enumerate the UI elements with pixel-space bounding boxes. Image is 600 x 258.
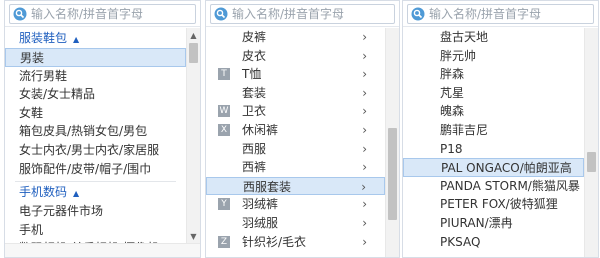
scroll-thumb[interactable] <box>388 128 397 220</box>
search-icon <box>13 7 27 20</box>
subcategory-label: 西服 <box>242 141 267 156</box>
subcategory-item[interactable]: W 卫衣 › <box>206 102 385 121</box>
subcategory-label: 西服套装 <box>243 179 292 194</box>
chevron-right-icon: › <box>362 85 367 100</box>
index-letter-badge: T <box>218 68 230 81</box>
subcategory-label: T恤 <box>242 67 262 82</box>
subcategory-item[interactable]: 皮裤 › <box>206 28 385 47</box>
group-label: 服装鞋包 <box>19 31 68 45</box>
subcategory-label: 卫衣 <box>242 104 267 119</box>
search-icon <box>214 7 228 20</box>
brand-item[interactable]: PETER FOX/彼特狐狸 <box>403 195 584 214</box>
subcategory-item[interactable]: 西服 › <box>206 140 385 159</box>
index-letter-badge: Z <box>218 235 230 248</box>
group-header[interactable]: 服装鞋包 ▲ <box>5 28 186 48</box>
chevron-right-icon: › <box>362 141 367 156</box>
brand-item[interactable]: 芃星 <box>403 84 584 103</box>
subcategory-item[interactable]: X 休闲裤 › <box>206 121 385 140</box>
search-box <box>9 3 196 24</box>
chevron-right-icon: › <box>362 104 367 119</box>
chevron-right-icon: › <box>362 234 367 249</box>
subcategory-item[interactable]: 羽绒服 › <box>206 214 385 233</box>
category-panel-level3: 盘古天地胖元帅胖森芃星魄森鹏菲吉尼P18PAL ONGACO/帕朗亚高PANDA… <box>402 0 599 258</box>
index-letter-badge: Y <box>218 198 230 211</box>
subcategory-label: 套装 <box>242 85 267 100</box>
vertical-scrollbar[interactable] <box>385 28 399 257</box>
search-icon <box>411 7 425 20</box>
subcategory-label: 羽绒裤 <box>242 197 279 212</box>
chevron-right-icon: › <box>361 179 366 194</box>
search-box <box>407 3 594 24</box>
search-bar <box>206 1 399 27</box>
category-item[interactable]: 男装 <box>5 48 186 67</box>
category-item[interactable]: 电子元器件市场 <box>5 202 186 221</box>
brand-item[interactable]: 胖森 <box>403 65 584 84</box>
chevron-right-icon: › <box>362 160 367 175</box>
category-list: 服装鞋包 ▲ 男装 流行男鞋 女装/女士精品 女鞋 箱包皮具/热销女包/男包 女士内衣/男士内… <box>5 28 186 257</box>
chevron-right-icon: › <box>362 67 367 82</box>
category-list: 皮裤 › 皮衣 › T T恤 › 套装 › W 卫衣 › X 休闲裤 › 西服 › 西裤 › 西服套装 › Y 羽绒裤 › 羽绒… <box>206 28 385 257</box>
group-label: 手机数码 <box>19 185 68 200</box>
subcategory-label: 羽绒服 <box>242 215 279 230</box>
scroll-down-icon[interactable]: ▼ <box>187 229 200 243</box>
subcategory-item[interactable]: 皮衣 › <box>206 47 385 66</box>
subcategory-label: 针织衫/毛衣 <box>242 234 307 249</box>
subcategory-item[interactable]: 套装 › <box>206 84 385 103</box>
vertical-scrollbar[interactable]: ▲ ▼ <box>186 28 200 257</box>
search-input[interactable] <box>429 6 593 21</box>
search-bar <box>403 1 598 27</box>
chevron-right-icon: › <box>362 122 367 137</box>
scroll-thumb[interactable] <box>587 152 596 172</box>
brand-item[interactable]: PANDA STORM/熊猫风暴 <box>403 177 584 196</box>
chevron-right-icon: › <box>362 197 367 212</box>
horizontal-scrollbar[interactable] <box>5 243 200 257</box>
index-letter-badge: W <box>218 105 230 118</box>
subcategory-item[interactable]: Y 羽绒裤 › <box>206 195 385 214</box>
brand-item[interactable]: PAL ONGACO/帕朗亚高 <box>403 158 584 177</box>
collapse-triangle-icon[interactable]: ▲ <box>73 35 79 44</box>
brand-item[interactable]: PKSAQ <box>403 233 584 252</box>
subcategory-label: 皮衣 <box>242 48 267 63</box>
category-item[interactable]: 流行男鞋 <box>5 67 186 86</box>
category-item[interactable]: 女装/女士精品 <box>5 85 186 104</box>
search-bar <box>5 1 200 27</box>
chevron-right-icon: › <box>362 215 367 230</box>
subcategory-item[interactable]: 西裤 › <box>206 158 385 177</box>
subcategory-label: 西裤 <box>242 160 267 175</box>
scroll-thumb[interactable] <box>189 43 198 63</box>
subcategory-label: 休闲裤 <box>242 122 279 137</box>
category-item[interactable]: 女鞋 <box>5 104 186 123</box>
brand-item[interactable]: 鹏菲吉尼 <box>403 121 584 140</box>
search-input[interactable] <box>232 6 394 21</box>
search-box <box>210 3 395 24</box>
category-item[interactable]: 女士内衣/男士内衣/家居服 <box>5 141 186 160</box>
vertical-scrollbar[interactable] <box>584 28 598 257</box>
group-header[interactable]: 手机数码 ▲ <box>5 182 186 202</box>
subcategory-item[interactable]: Z 针织衫/毛衣 › <box>206 233 385 252</box>
scroll-up-icon[interactable]: ▲ <box>187 28 200 42</box>
subcategory-item[interactable]: 西服套装 › <box>206 176 385 196</box>
subcategory-label: 皮裤 <box>242 30 267 44</box>
category-panel-level1: 服装鞋包▲男装流行男鞋女装/女士精品女鞋箱包皮具/热销女包/男包女士内衣/男士内… <box>4 0 201 258</box>
chevron-right-icon: › <box>362 48 367 63</box>
brand-item[interactable]: P18 <box>403 140 584 159</box>
category-panel-level2: 皮裤›皮衣›TT恤›套装›W卫衣›X休闲裤›西服›西裤›西服套装›Y羽绒裤›羽绒… <box>205 0 400 258</box>
category-item[interactable]: 服饰配件/皮带/帽子/围巾 <box>5 160 186 179</box>
category-item[interactable]: 手机 <box>5 221 186 240</box>
search-input[interactable] <box>31 6 195 21</box>
brand-item[interactable]: PIURAN/漂冉 <box>403 214 584 233</box>
collapse-triangle-icon[interactable]: ▲ <box>73 189 79 198</box>
brand-item[interactable]: 胖元帅 <box>403 47 584 66</box>
brand-item[interactable]: 魄森 <box>403 102 584 121</box>
brand-list: 盘古天地 胖元帅 胖森 芃星 魄森 鹏菲吉尼 P18 PAL ONGACO/帕朗亚高 PANDA… <box>403 28 584 257</box>
category-item[interactable]: 箱包皮具/热销女包/男包 <box>5 122 186 141</box>
subcategory-item[interactable]: T T恤 › <box>206 65 385 84</box>
chevron-right-icon: › <box>362 30 367 44</box>
brand-item[interactable]: 盘古天地 <box>403 28 584 47</box>
index-letter-badge: X <box>218 123 230 136</box>
